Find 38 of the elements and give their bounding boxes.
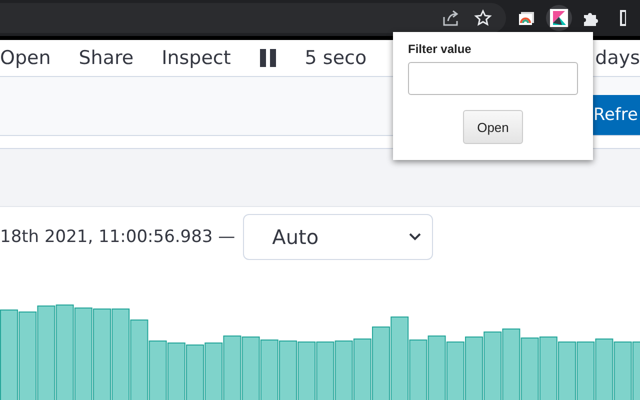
panel-icon[interactable] xyxy=(620,9,626,27)
interval-select[interactable]: Auto xyxy=(243,214,434,260)
nav-link[interactable]: Share xyxy=(64,47,148,69)
histogram-bar xyxy=(539,336,558,400)
histogram-bar xyxy=(316,342,334,400)
histogram-bar xyxy=(186,344,204,400)
histogram-bar xyxy=(223,336,242,400)
filter-input[interactable] xyxy=(408,62,578,95)
histogram-bar xyxy=(279,340,297,400)
histogram-bar xyxy=(595,338,614,400)
open-button[interactable]: Open xyxy=(463,110,523,144)
share-icon[interactable] xyxy=(442,9,460,27)
window-stack-icon[interactable] xyxy=(518,9,536,27)
histogram-bar xyxy=(409,340,428,400)
nav-link[interactable]: Inspect xyxy=(148,47,245,69)
refresh-interval[interactable]: 5 seco xyxy=(290,47,381,69)
histogram-bar xyxy=(204,342,223,400)
histogram-bar xyxy=(502,328,520,400)
histogram-bar xyxy=(558,342,576,400)
nav-link[interactable]: Open xyxy=(0,47,65,69)
histogram-bar xyxy=(465,336,483,400)
histogram-bar xyxy=(298,342,316,400)
histogram-bar xyxy=(520,338,539,400)
histogram-bar xyxy=(167,342,186,400)
time-range-text: 18th 2021, 11:00:56.983 — xyxy=(0,227,236,247)
histogram-bar xyxy=(148,340,167,400)
histogram-bar xyxy=(353,338,372,400)
histogram-bar xyxy=(334,340,353,400)
histogram-bar xyxy=(576,342,595,400)
histogram-bar xyxy=(484,332,502,400)
histogram-bar xyxy=(446,342,464,400)
k-logo-icon[interactable] xyxy=(550,9,568,27)
filter-label: Filter value xyxy=(408,42,472,56)
histogram-bar xyxy=(260,340,278,400)
pause-icon[interactable] xyxy=(258,49,277,67)
histogram-bar xyxy=(242,336,260,400)
star-icon[interactable] xyxy=(474,9,492,27)
histogram-bar xyxy=(428,336,446,400)
